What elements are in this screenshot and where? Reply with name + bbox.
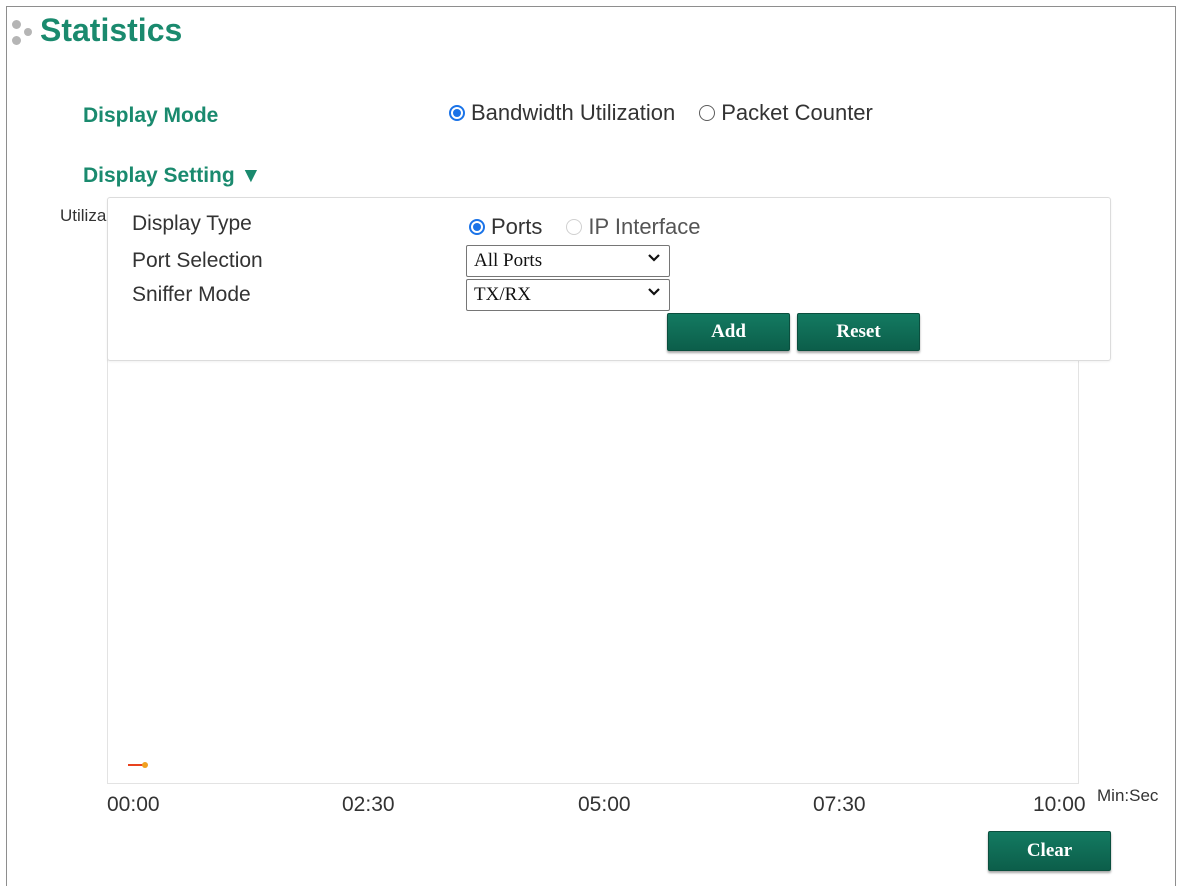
sniffer-mode-select[interactable]: TX/RX (466, 279, 670, 311)
port-selection-label: Port Selection (132, 249, 263, 272)
ip-interface-radio (566, 219, 583, 235)
display-setting-panel: Display Type Ports IP Interface Port Sel… (107, 197, 1111, 361)
port-selection-value: All Ports (474, 250, 543, 271)
bandwidth-utilization-label[interactable]: Bandwidth Utilization (471, 100, 675, 126)
add-button[interactable]: Add (667, 313, 790, 351)
page-title: Statistics (40, 12, 183, 48)
display-type-label: Display Type (132, 212, 252, 235)
sniffer-mode-value: TX/RX (474, 284, 531, 305)
sniffer-mode-label: Sniffer Mode (132, 283, 251, 306)
data-point (142, 762, 148, 768)
x-tick-label: 05:00 (578, 793, 631, 816)
ports-radio[interactable] (469, 219, 485, 235)
dots-logo-icon (10, 20, 36, 48)
packet-counter-radio[interactable] (699, 105, 716, 121)
bandwidth-utilization-radio[interactable] (449, 105, 465, 121)
x-tick-label: 02:30 (342, 793, 395, 816)
display-setting-toggle[interactable]: Display Setting ▼ (83, 164, 261, 188)
chevron-down-icon (648, 254, 660, 262)
display-mode-label: Display Mode (83, 104, 219, 127)
y-axis-label: Utiliza (60, 206, 107, 225)
chevron-down-icon (648, 288, 660, 296)
x-axis-unit-label: Min:Sec (1097, 786, 1159, 805)
ip-interface-label: IP Interface (588, 214, 701, 239)
ports-label[interactable]: Ports (491, 214, 542, 240)
port-selection-select[interactable]: All Ports (466, 245, 670, 277)
clear-button[interactable]: Clear (988, 831, 1111, 871)
x-tick-label: 00:00 (107, 793, 160, 816)
packet-counter-label[interactable]: Packet Counter (721, 100, 873, 126)
x-tick-label: 10:00 (1033, 793, 1086, 816)
x-tick-label: 07:30 (813, 793, 866, 816)
reset-button[interactable]: Reset (797, 313, 920, 351)
display-type-radio-group: Ports IP Interface (469, 214, 724, 240)
display-mode-radio-group: Bandwidth Utilization Packet Counter (449, 100, 897, 126)
